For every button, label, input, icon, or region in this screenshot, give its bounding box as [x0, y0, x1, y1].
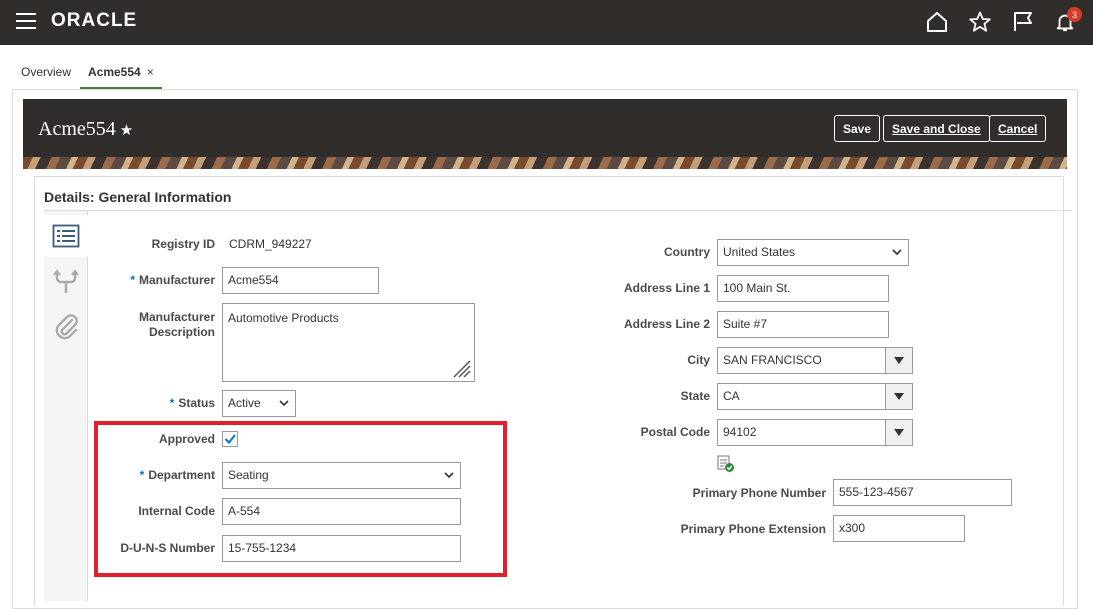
- postal-code-label: Postal Code: [640, 425, 710, 439]
- section-divider: [44, 210, 1072, 211]
- resize-handle-icon[interactable]: [450, 357, 472, 379]
- country-label: Country: [664, 245, 710, 259]
- city-dropdown-button[interactable]: [885, 347, 913, 374]
- postal-code-value: 94102: [723, 425, 757, 439]
- postal-code-dropdown-button[interactable]: [885, 419, 913, 446]
- notification-count-badge: 3: [1067, 7, 1082, 22]
- chevron-down-icon: [892, 249, 902, 256]
- page-title: Acme554 ★: [38, 118, 133, 141]
- home-icon[interactable]: [924, 9, 950, 35]
- status-value: Active: [228, 396, 261, 410]
- registry-id-label: Registry ID: [151, 237, 215, 251]
- address-line-1-input[interactable]: 100 Main St.: [717, 275, 889, 302]
- status-label: * Status: [100, 396, 215, 411]
- required-indicator: *: [169, 396, 175, 410]
- favorites-star-icon[interactable]: [967, 9, 993, 35]
- attachment-paperclip-icon[interactable]: [44, 306, 88, 348]
- manufacturer-input[interactable]: Acme554: [222, 267, 379, 294]
- description-label-line1: Manufacturer: [138, 310, 215, 324]
- state-label: State: [680, 389, 710, 403]
- tab-close-icon[interactable]: ×: [147, 65, 154, 79]
- manufacturer-description-label: Manufacturer Description: [100, 310, 215, 340]
- status-select[interactable]: Active: [222, 390, 296, 417]
- address-line-2-input[interactable]: Suite #7: [717, 311, 889, 338]
- caret-down-icon: [894, 357, 904, 364]
- tab-acme554-label: Acme554: [88, 65, 141, 79]
- manufacturer-description-textarea[interactable]: Automotive Products: [222, 303, 475, 382]
- favorite-star-icon[interactable]: ★: [120, 123, 133, 139]
- registry-id-value: CDRM_949227: [229, 237, 312, 251]
- city-combobox[interactable]: SAN FRANCISCO: [717, 347, 913, 374]
- tab-overview[interactable]: Overview: [21, 58, 71, 90]
- side-rail: [44, 211, 88, 601]
- hierarchy-merge-icon[interactable]: [44, 261, 88, 303]
- state-value: CA: [723, 389, 740, 403]
- details-list-icon[interactable]: [44, 215, 88, 257]
- object-header: Acme554 ★ Save Save and Close Cancel: [23, 99, 1067, 157]
- primary-phone-number-label: Primary Phone Number: [692, 486, 826, 500]
- section-title: Details: General Information: [44, 189, 232, 205]
- save-button[interactable]: Save: [834, 115, 881, 142]
- watchlist-flag-icon[interactable]: [1010, 9, 1036, 35]
- primary-phone-number-input[interactable]: 555-123-4567: [833, 479, 1012, 506]
- highlight-annotation-box: [94, 421, 507, 577]
- manufacturer-label: * Manufacturer: [100, 273, 215, 288]
- description-text: Automotive Products: [228, 311, 339, 325]
- country-value: United States: [723, 245, 796, 259]
- city-label: City: [687, 353, 710, 367]
- state-dropdown-button[interactable]: [885, 383, 913, 410]
- chevron-down-icon: [279, 400, 289, 407]
- verify-address-icon[interactable]: [717, 455, 735, 473]
- caret-down-icon: [894, 393, 904, 400]
- address-line-2-label: Address Line 2: [623, 317, 710, 331]
- notifications-bell-icon[interactable]: 3: [1052, 7, 1082, 35]
- manufacturer-label-text: Manufacturer: [138, 273, 215, 287]
- address-line-1-label: Address Line 1: [623, 281, 710, 295]
- caret-down-icon: [894, 429, 904, 436]
- save-and-close-button[interactable]: Save and Close: [883, 115, 990, 142]
- country-select[interactable]: United States: [717, 239, 909, 266]
- status-label-text: Status: [178, 396, 215, 410]
- description-label-line2: Description: [148, 325, 215, 339]
- global-header: ORACLE 3: [0, 0, 1093, 45]
- primary-phone-extension-label: Primary Phone Extension: [680, 522, 826, 536]
- postal-code-combobox[interactable]: 94102: [717, 419, 913, 446]
- menu-icon[interactable]: [16, 13, 36, 29]
- oracle-logo: ORACLE: [51, 10, 138, 31]
- cancel-button[interactable]: Cancel: [989, 115, 1047, 142]
- state-combobox[interactable]: CA: [717, 383, 913, 410]
- required-indicator: *: [130, 273, 135, 287]
- city-value: SAN FRANCISCO: [723, 353, 822, 367]
- tab-acme554[interactable]: Acme554 ×: [80, 58, 162, 90]
- decorative-banner-pattern: [23, 157, 1067, 169]
- page-title-text: Acme554: [38, 118, 116, 140]
- primary-phone-extension-input[interactable]: x300: [833, 515, 965, 542]
